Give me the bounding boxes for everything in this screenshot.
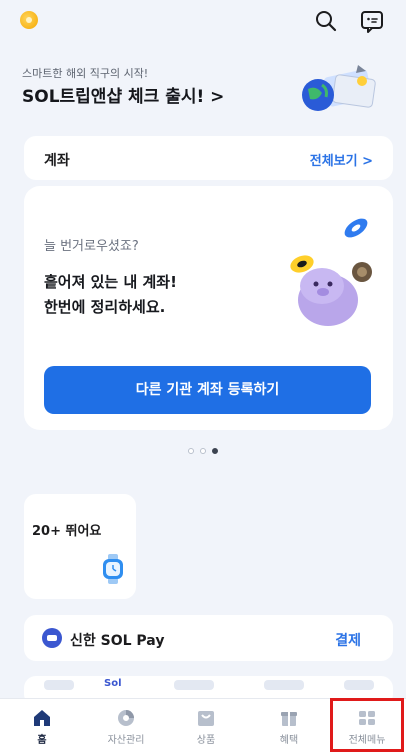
asset-chart-icon (118, 710, 134, 726)
smartwatch-icon (100, 554, 126, 584)
account-card-subtitle: 늘 번거로우셨죠? (44, 239, 139, 254)
tab-products[interactable]: 상품 (170, 703, 242, 751)
chat-icon[interactable] (359, 8, 385, 34)
piggy-character-illustration (280, 212, 380, 332)
search-icon[interactable] (313, 8, 339, 34)
account-card-message-line2: 한번에 정리하세요. (44, 298, 166, 316)
view-all-link[interactable]: 전체보기 > (310, 150, 373, 169)
walking-widget[interactable]: 20+ 뛰어요 (24, 494, 136, 599)
pay-button[interactable]: 결제 (335, 630, 361, 650)
app-screen: 스마트한 해외 직구의 시작! SOL트립앤샵 체크 출시! > 계좌 전체보기… (0, 0, 406, 754)
home-icon (34, 710, 50, 726)
tab-label: 혜택 (279, 735, 299, 746)
quick-menu-chip[interactable] (264, 680, 304, 690)
banner-title[interactable]: SOL트립앤샵 체크 출시! > (22, 82, 224, 107)
travel-card-illustration (296, 55, 386, 125)
quick-menu-chip[interactable] (174, 680, 214, 690)
account-register-card: 늘 번거로우셨죠? 흩어져 있는 내 계좌! 한번에 정리하세요. 다른 기관 … (24, 186, 393, 430)
widget-label: 20+ 뛰어요 (32, 524, 102, 539)
gift-icon (281, 712, 297, 726)
shinhan-sol-logo-icon[interactable] (20, 11, 38, 29)
quick-menu-chip[interactable] (344, 680, 374, 690)
carousel-indicator (0, 448, 406, 454)
product-box-icon (198, 711, 214, 726)
account-section-header: 계좌 전체보기 > (24, 136, 393, 180)
sol-chip-label: Sol (104, 678, 122, 689)
banner-subtitle: 스마트한 해외 직구의 시작! (22, 67, 149, 80)
carousel-dot[interactable] (188, 448, 194, 454)
carousel-dot-active[interactable] (212, 448, 218, 454)
top-bar (0, 0, 406, 40)
quick-menu-chip[interactable] (44, 680, 74, 690)
register-other-account-button[interactable]: 다른 기관 계좌 등록하기 (44, 366, 371, 414)
sol-pay-label: 신한 SOL Pay (70, 633, 165, 649)
highlight-annotation-box (330, 698, 404, 752)
account-card-message: 흩어져 있는 내 계좌! 한번에 정리하세요. (44, 270, 177, 320)
tab-benefits[interactable]: 혜택 (253, 703, 325, 751)
tab-label: 자산관리 (107, 735, 145, 746)
carousel-dot[interactable] (200, 448, 206, 454)
sol-pay-icon (42, 628, 62, 648)
tab-label: 상품 (196, 735, 216, 746)
tab-label: 홈 (37, 735, 47, 746)
tab-asset-management[interactable]: 자산관리 (90, 703, 162, 751)
tab-home[interactable]: 홈 (6, 703, 78, 751)
sol-pay-row[interactable]: 신한 SOL Pay 결제 (24, 615, 393, 661)
account-card-message-line1: 흩어져 있는 내 계좌! (44, 273, 177, 291)
account-title: 계좌 (44, 153, 70, 169)
